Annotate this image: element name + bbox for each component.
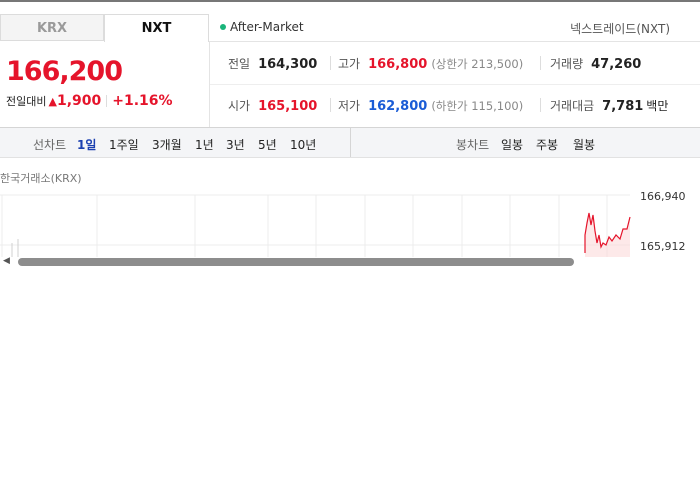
tabs-divider (209, 41, 700, 42)
stat-separator (330, 56, 331, 70)
y-tick-label: 166,940 (640, 190, 686, 203)
period-3y[interactable]: 3년 (226, 136, 245, 153)
chart-toolbar: 선차트 1일 1주일 3개월 1년 3년 5년 10년 봉차트 일봉 주봉 월봉 (0, 127, 700, 158)
stats-divider (210, 84, 700, 85)
stat-low: 저가 162,800 (하한가 115,100) (338, 97, 523, 114)
stat-unit: 백만 (646, 99, 669, 113)
stat-separator (540, 56, 541, 70)
stat-value: 7,781 (602, 99, 644, 114)
stat-label: 저가 (338, 99, 361, 113)
up-arrow-icon: ▲ (48, 95, 57, 108)
candle-weekly[interactable]: 주봉 (536, 136, 558, 153)
change-percent: +1.16% (112, 93, 173, 109)
status-dot-icon (220, 24, 226, 30)
change-value: 1,900 (56, 93, 102, 109)
period-10y[interactable]: 10년 (290, 136, 316, 153)
period-1w[interactable]: 1주일 (109, 136, 139, 153)
candle-chart-label: 봉차트 (456, 138, 490, 152)
stat-separator (540, 98, 541, 112)
price-chart-svg (0, 194, 631, 257)
period-5y[interactable]: 5년 (258, 136, 277, 153)
stat-value: 166,800 (368, 57, 428, 72)
stat-value: 47,260 (591, 57, 642, 72)
quote-divider (209, 42, 210, 128)
stat-label: 고가 (338, 57, 361, 71)
stat-label: 거래대금 (550, 99, 595, 113)
market-name: 넥스트레이드(NXT) (570, 22, 670, 36)
candle-daily[interactable]: 일봉 (501, 136, 523, 153)
session-status: After-Market (220, 20, 304, 34)
stat-high: 고가 166,800 (상한가 213,500) (338, 55, 523, 72)
top-border (0, 0, 700, 2)
period-1y[interactable]: 1년 (195, 136, 214, 153)
stat-volume: 거래량 47,260 (550, 55, 641, 72)
stat-value: 164,300 (258, 57, 318, 72)
period-3m[interactable]: 3개월 (152, 136, 182, 153)
stat-label: 거래량 (550, 57, 584, 71)
period-1d[interactable]: 1일 (77, 136, 96, 153)
session-label: After-Market (230, 20, 304, 34)
change-separator (106, 95, 108, 107)
stat-label: 전일 (228, 57, 251, 71)
y-tick-label: 165,912 (640, 240, 686, 253)
chart-gridlines (0, 194, 630, 257)
stat-amount: 거래대금 7,781 백만 (550, 97, 668, 114)
scroll-left-icon[interactable]: ◀ (3, 256, 10, 266)
lower-limit: (하한가 115,100) (431, 99, 524, 113)
toolbar-divider (350, 128, 351, 157)
price-chart: 166,940 165,912 (0, 185, 700, 257)
tab-nxt[interactable]: NXT (104, 14, 209, 42)
line-chart-label: 선차트 (33, 138, 67, 152)
scroll-thumb[interactable] (18, 258, 574, 266)
stat-value: 162,800 (368, 99, 428, 114)
chart-scrollbar[interactable]: ◀ (0, 255, 700, 267)
chart-source-label: 한국거래소(KRX) (0, 172, 82, 185)
stat-open: 시가 165,100 (228, 97, 317, 114)
upper-limit: (상한가 213,500) (431, 57, 524, 71)
change-summary: 전일대비 ▲1,900 +1.16% (6, 93, 173, 109)
exchange-tabs: KRX NXT (0, 14, 209, 42)
change-label: 전일대비 (6, 95, 47, 108)
stat-label: 시가 (228, 99, 251, 113)
stat-separator (330, 98, 331, 112)
stat-value: 165,100 (258, 99, 318, 114)
candle-monthly[interactable]: 월봉 (573, 136, 595, 153)
current-price: 166,200 (6, 56, 123, 87)
tab-krx[interactable]: KRX (0, 14, 104, 41)
stat-prev-close: 전일 164,300 (228, 55, 317, 72)
